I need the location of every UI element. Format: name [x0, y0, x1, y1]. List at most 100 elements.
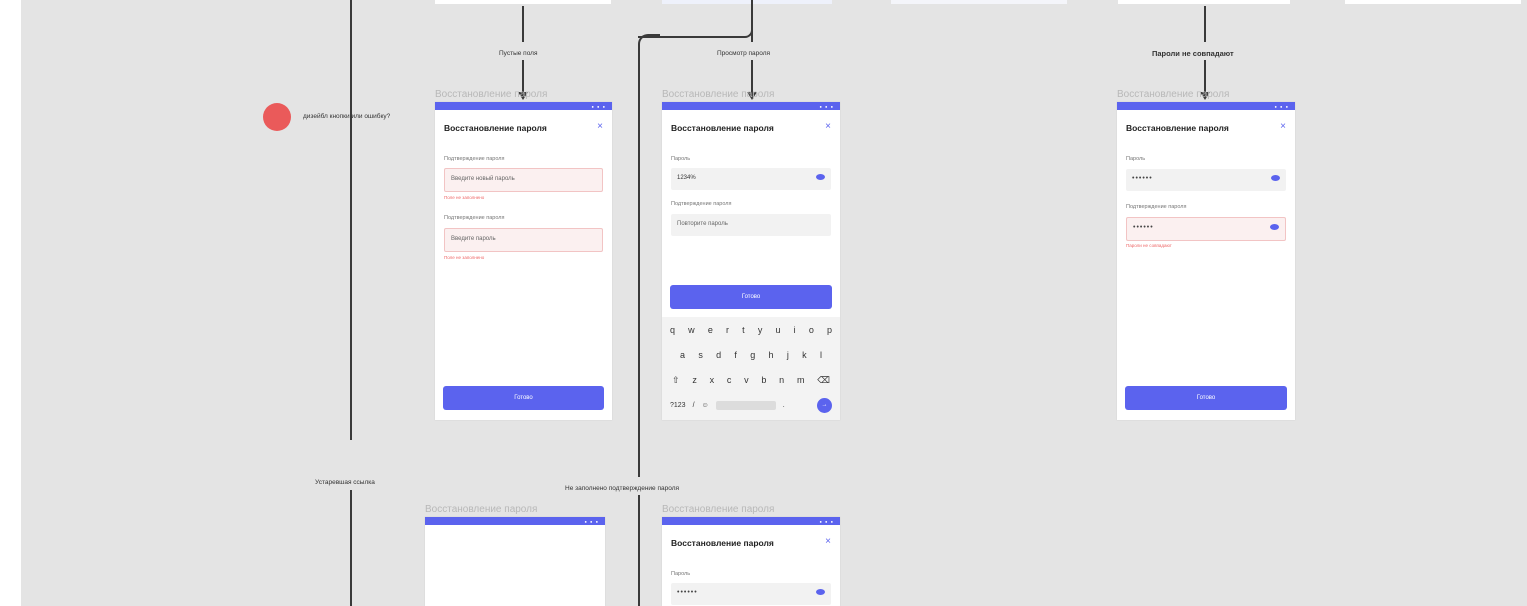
error-text: Поле не заполнено — [444, 195, 485, 200]
new-password-field[interactable]: Введите новый пароль — [444, 168, 603, 192]
label-view-password: Просмотр пароля — [717, 50, 771, 57]
eye-icon[interactable] — [1270, 224, 1279, 230]
connector-long-down-2 — [638, 495, 640, 606]
key-v[interactable]: v — [744, 375, 749, 386]
password-label: Пароль — [1126, 156, 1146, 162]
password-field[interactable]: •••••• — [671, 583, 831, 605]
repeat-password-field[interactable]: Введите пароль — [444, 228, 603, 252]
password-label: Пароль — [671, 571, 691, 577]
mismatch-error-text: Пароли не совпадают — [1126, 243, 1172, 248]
key-j[interactable]: j — [787, 350, 789, 360]
key-i[interactable]: i — [794, 325, 796, 335]
close-icon[interactable]: × — [597, 121, 603, 132]
flow-canvas: Пустые поля Просмотр пароля Пароли не со… — [21, 0, 1527, 606]
screen-confirmation-empty: ● ● ● Восстановление пароля × Пароль •••… — [662, 517, 840, 606]
confirm-password-field[interactable]: •••••• — [1126, 217, 1286, 241]
key-k[interactable]: k — [802, 350, 807, 360]
password-field[interactable]: •••••• — [1126, 169, 1286, 191]
key-f[interactable]: f — [734, 350, 737, 360]
submit-button[interactable]: Готово — [1125, 386, 1287, 410]
eye-icon[interactable] — [816, 174, 825, 180]
status-bar: ● ● ● — [662, 102, 840, 110]
key-y[interactable]: y — [758, 325, 763, 335]
label-link-expired: Устаревшая ссылка — [315, 479, 375, 486]
key-g[interactable]: g — [750, 350, 755, 360]
frame-top-3 — [891, 0, 1067, 4]
close-icon[interactable]: × — [825, 121, 831, 132]
comment-text: дизейбл кнопки или ошибку? — [303, 113, 391, 120]
key-m[interactable]: m — [797, 375, 805, 386]
confirm-label: Подтверждение пароля — [1126, 204, 1187, 210]
eye-icon[interactable] — [816, 589, 825, 595]
confirm-label-2: Подтверждение пароля — [444, 215, 505, 221]
connector-curve-2 — [638, 34, 660, 56]
keyboard-row-1: q w e r t y u i o p — [670, 325, 832, 335]
key-z[interactable]: z — [692, 375, 697, 386]
key-c[interactable]: c — [727, 375, 732, 386]
key-o[interactable]: o — [809, 325, 814, 335]
connector-long-down — [638, 44, 640, 477]
connector-left-lower — [350, 490, 352, 606]
key-r[interactable]: r — [726, 325, 729, 335]
key-q[interactable]: q — [670, 325, 675, 335]
submit-button[interactable]: Готово — [443, 386, 604, 410]
key-h[interactable]: h — [769, 350, 774, 360]
key-p[interactable]: p — [827, 325, 832, 335]
status-bar: ● ● ● — [435, 102, 612, 110]
emoji-key-icon[interactable]: ☺ — [702, 402, 709, 409]
screen-header: Восстановление пароля — [444, 123, 547, 133]
screen-link-expired: ● ● ● — [425, 517, 605, 606]
close-icon[interactable]: × — [825, 536, 831, 547]
frame-top-2 — [662, 0, 832, 4]
slash-key[interactable]: / — [693, 402, 695, 409]
repeat-password-field[interactable]: Повторите пароль — [671, 214, 831, 236]
close-icon[interactable]: × — [1280, 121, 1286, 132]
connector-left-main — [350, 0, 352, 440]
key-l[interactable]: l — [820, 350, 822, 360]
key-t[interactable]: t — [742, 325, 745, 335]
go-key-icon[interactable]: → — [817, 398, 832, 413]
frame-top-1 — [435, 0, 611, 4]
eye-icon[interactable] — [1271, 175, 1280, 181]
key-n[interactable]: n — [779, 375, 784, 386]
comment-marker[interactable] — [263, 103, 291, 131]
password-field[interactable]: 1234% — [671, 168, 831, 190]
key-e[interactable]: e — [708, 325, 713, 335]
screen-header: Восстановление пароля — [1126, 123, 1229, 133]
key-u[interactable]: u — [775, 325, 780, 335]
screen-view-password: ● ● ● Восстановление пароля × Пароль 123… — [662, 102, 840, 420]
label-passwords-mismatch: Пароли не совпадают — [1152, 49, 1234, 58]
screen-header: Восстановление пароля — [671, 123, 774, 133]
label-empty-fields: Пустые поля — [499, 50, 538, 57]
frame-top-5 — [1345, 0, 1521, 4]
connector-mismatch-top — [1204, 6, 1206, 42]
error-text-2: Поле не заполнено — [444, 255, 485, 260]
frame-top-4 — [1118, 0, 1290, 4]
backspace-key-icon[interactable]: ⌫ — [817, 375, 830, 386]
key-w[interactable]: w — [688, 325, 695, 335]
key-d[interactable]: d — [716, 350, 721, 360]
numbers-key[interactable]: ?123 — [670, 402, 686, 409]
screen-passwords-mismatch: ● ● ● Восстановление пароля × Пароль •••… — [1117, 102, 1295, 420]
frame-title-3: Восстановление пароля — [1117, 89, 1230, 100]
password-label: Пароль — [671, 156, 691, 162]
key-x[interactable]: x — [710, 375, 715, 386]
keyboard-row-2: a s d f g h j k l — [680, 350, 822, 360]
submit-button[interactable]: Готово — [670, 285, 832, 309]
label-confirmation-not-filled: Не заполнено подтверждение пароля — [565, 485, 680, 492]
shift-key-icon[interactable]: ⇧ — [672, 375, 680, 386]
status-bar: ● ● ● — [662, 517, 840, 525]
keyboard-row-4: ?123 / ☺ . → — [670, 398, 832, 413]
status-bar: ● ● ● — [1117, 102, 1295, 110]
confirm-label: Подтверждение пароля — [444, 156, 505, 162]
space-key[interactable] — [715, 401, 776, 410]
dot-key[interactable]: . — [783, 402, 785, 409]
screen-header: Восстановление пароля — [671, 538, 774, 548]
keyboard-row-3: ⇧ z x c v b n m ⌫ — [672, 375, 830, 386]
status-bar: ● ● ● — [425, 517, 605, 525]
key-a[interactable]: a — [680, 350, 685, 360]
key-b[interactable]: b — [761, 375, 766, 386]
key-s[interactable]: s — [698, 350, 703, 360]
frame-title-1: Восстановление пароля — [435, 89, 548, 100]
frame-title-5: Восстановление пароля — [662, 504, 775, 515]
